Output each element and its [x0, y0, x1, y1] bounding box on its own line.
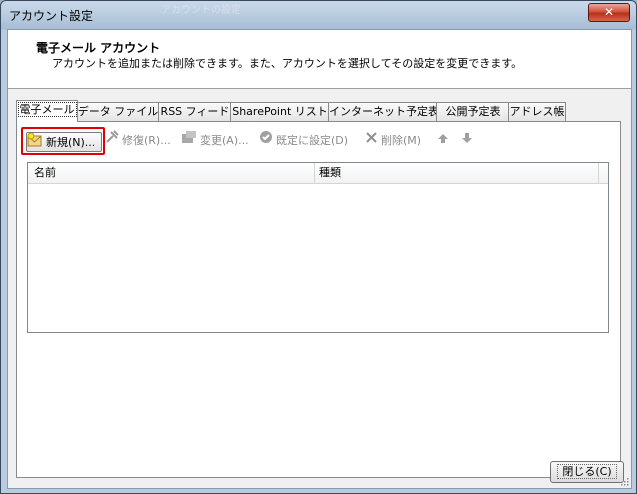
tab-internet-calendars-label: インターネット予定表	[329, 105, 439, 118]
account-toolbar: 新規(N)... 修復(R)... 変更(A)... 既定に設定(D) 削除(M…	[17, 127, 617, 156]
tab-sharepoint-lists[interactable]: SharePoint リスト	[230, 102, 330, 121]
dialog-client-area: 電子メール アカウント アカウントを追加または削除できます。また、アカウントを選…	[7, 29, 632, 489]
tab-address-books[interactable]: アドレス帳	[508, 102, 566, 121]
account-settings-window: アカウント設定 アカウントの設定 ✕ 電子メール アカウント アカウントを追加ま…	[0, 0, 637, 494]
set-default-label: 既定に設定(D)	[276, 134, 349, 147]
change-icon	[181, 130, 197, 152]
column-divider[interactable]	[314, 163, 315, 183]
set-default-button[interactable]: 既定に設定(D)	[259, 130, 348, 152]
tab-sharepoint-lists-label: SharePoint リスト	[232, 105, 328, 118]
tab-address-books-label: アドレス帳	[509, 105, 565, 118]
resize-grip-icon[interactable]	[619, 476, 629, 486]
tab-data-files[interactable]: データ ファイル	[76, 102, 160, 121]
header-description: アカウントを追加または削除できます。また、アカウントを選択してその設定を変更でき…	[52, 57, 523, 70]
close-dialog-label: 閉じる(C)	[557, 464, 617, 479]
tab-data-files-label: データ ファイル	[77, 105, 159, 118]
tab-internet-calendars[interactable]: インターネット予定表	[328, 102, 439, 121]
tab-rss-feeds-label: RSS フィード	[160, 105, 230, 118]
header-panel: 電子メール アカウント アカウントを追加または削除できます。また、アカウントを選…	[8, 30, 631, 89]
new-mail-icon	[27, 132, 43, 153]
tab-email-label: 電子メール	[17, 102, 77, 117]
arrow-down-icon	[461, 130, 473, 152]
delete-label: 削除(M)	[381, 134, 422, 147]
arrow-up-icon	[437, 130, 449, 152]
window-close-button[interactable]: ✕	[588, 3, 630, 22]
change-button[interactable]: 変更(A)...	[181, 130, 249, 152]
close-dialog-button[interactable]: 閉じる(C)	[550, 461, 624, 483]
window-title-ghost: アカウントの設定	[161, 5, 241, 16]
tab-email[interactable]: 電子メール	[16, 100, 78, 122]
list-header: 名前 種類	[28, 163, 608, 184]
account-list[interactable]: 名前 種類	[27, 162, 609, 333]
column-divider[interactable]	[598, 163, 599, 183]
title-bar[interactable]: アカウント設定 アカウントの設定 ✕	[1, 1, 636, 27]
close-icon: ✕	[603, 5, 615, 19]
column-header-name[interactable]: 名前	[34, 163, 56, 183]
repair-button[interactable]: 修復(R)...	[105, 130, 171, 152]
repair-label: 修復(R)...	[122, 134, 171, 147]
tab-published-calendars-label: 公開予定表	[445, 105, 501, 118]
header-title: 電子メール アカウント	[36, 41, 161, 55]
tab-published-calendars[interactable]: 公開予定表	[436, 102, 510, 121]
repair-tools-icon	[105, 130, 119, 152]
tab-rss-feeds[interactable]: RSS フィード	[158, 102, 232, 121]
new-account-label: 新規(N)...	[46, 136, 96, 149]
delete-button[interactable]: 削除(M)	[365, 130, 421, 152]
delete-x-icon	[365, 130, 378, 152]
new-button-highlight: 新規(N)...	[21, 127, 105, 155]
move-up-button[interactable]	[437, 130, 452, 152]
new-account-button[interactable]: 新規(N)...	[26, 132, 102, 152]
column-header-type[interactable]: 種類	[319, 163, 341, 183]
move-down-button[interactable]	[461, 130, 476, 152]
window-title: アカウント設定	[9, 9, 94, 23]
checkmark-icon	[259, 130, 273, 152]
change-label: 変更(A)...	[200, 134, 249, 147]
email-tab-page: 新規(N)... 修復(R)... 変更(A)... 既定に設定(D) 削除(M…	[16, 121, 621, 478]
